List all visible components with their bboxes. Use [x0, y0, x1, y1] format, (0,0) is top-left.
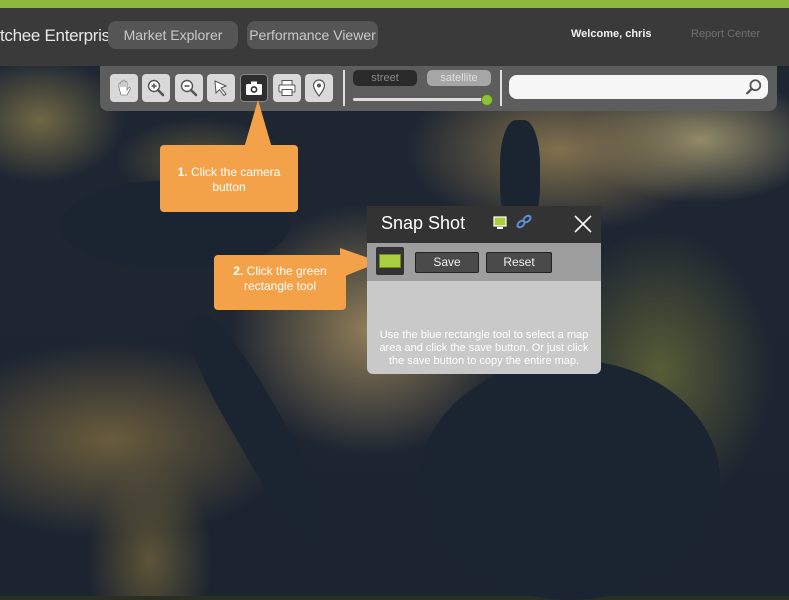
zoom-in-icon: [147, 79, 165, 97]
hand-icon: [118, 79, 131, 96]
search-input[interactable]: [509, 75, 768, 99]
snapshot-toolbar: Save Reset: [367, 243, 601, 281]
camera-snapshot-button[interactable]: [240, 74, 268, 102]
accent-bar: [0, 0, 789, 8]
print-button[interactable]: [273, 74, 301, 102]
monitor-icon[interactable]: [493, 216, 507, 230]
camera-icon: [246, 81, 262, 95]
welcome-text: Welcome, chris: [571, 28, 652, 40]
callout-step-2: 2. Click the green rectangle tool: [214, 255, 346, 310]
report-center-link[interactable]: Report Center: [691, 28, 760, 40]
nav-market-explorer[interactable]: Market Explorer: [108, 21, 238, 49]
link-icon[interactable]: [515, 213, 533, 231]
reset-button[interactable]: Reset: [486, 252, 552, 273]
toolbar-divider: [343, 70, 345, 106]
snapshot-panel: Snap Shot Save Reset Use the blue rectan…: [367, 206, 601, 374]
print-icon: [278, 80, 296, 96]
snapshot-title: Snap Shot: [381, 213, 466, 233]
pan-tool-button[interactable]: [110, 74, 138, 102]
toolbar-divider: [500, 70, 502, 106]
callout-pointer: [244, 100, 272, 148]
satellite-map-button[interactable]: satellite: [427, 70, 491, 86]
select-tool-button[interactable]: [207, 74, 235, 102]
save-button[interactable]: Save: [415, 252, 479, 273]
close-icon[interactable]: [573, 214, 593, 234]
search-icon[interactable]: [745, 78, 763, 96]
nav-performance-viewer[interactable]: Performance Viewer: [247, 21, 378, 49]
red-sea: [173, 304, 347, 556]
green-rectangle-icon: [379, 254, 401, 268]
pointer-icon: [214, 80, 228, 97]
street-map-button[interactable]: street: [353, 70, 417, 86]
snapshot-header: Snap Shot: [367, 206, 601, 243]
zoom-out-icon: [180, 79, 198, 97]
location-pin-button[interactable]: [305, 74, 333, 102]
snapshot-help-text: Use the blue rectangle tool to select a …: [379, 329, 589, 367]
arabian-sea: [420, 360, 720, 600]
zoom-slider-track[interactable]: [353, 98, 488, 101]
zoom-out-button[interactable]: [175, 74, 203, 102]
location-pin-icon: [312, 79, 326, 97]
zoom-slider-handle[interactable]: [481, 94, 493, 106]
app-header: tchee Enterprise® Market Explorer Perfor…: [0, 8, 789, 66]
brand-logo: tchee Enterprise®: [0, 26, 124, 45]
zoom-in-button[interactable]: [142, 74, 170, 102]
callout-step-1: 1. Click the camera button: [160, 145, 298, 212]
rectangle-select-tool[interactable]: [376, 247, 404, 275]
map-toolbar: street satellite: [100, 66, 777, 111]
